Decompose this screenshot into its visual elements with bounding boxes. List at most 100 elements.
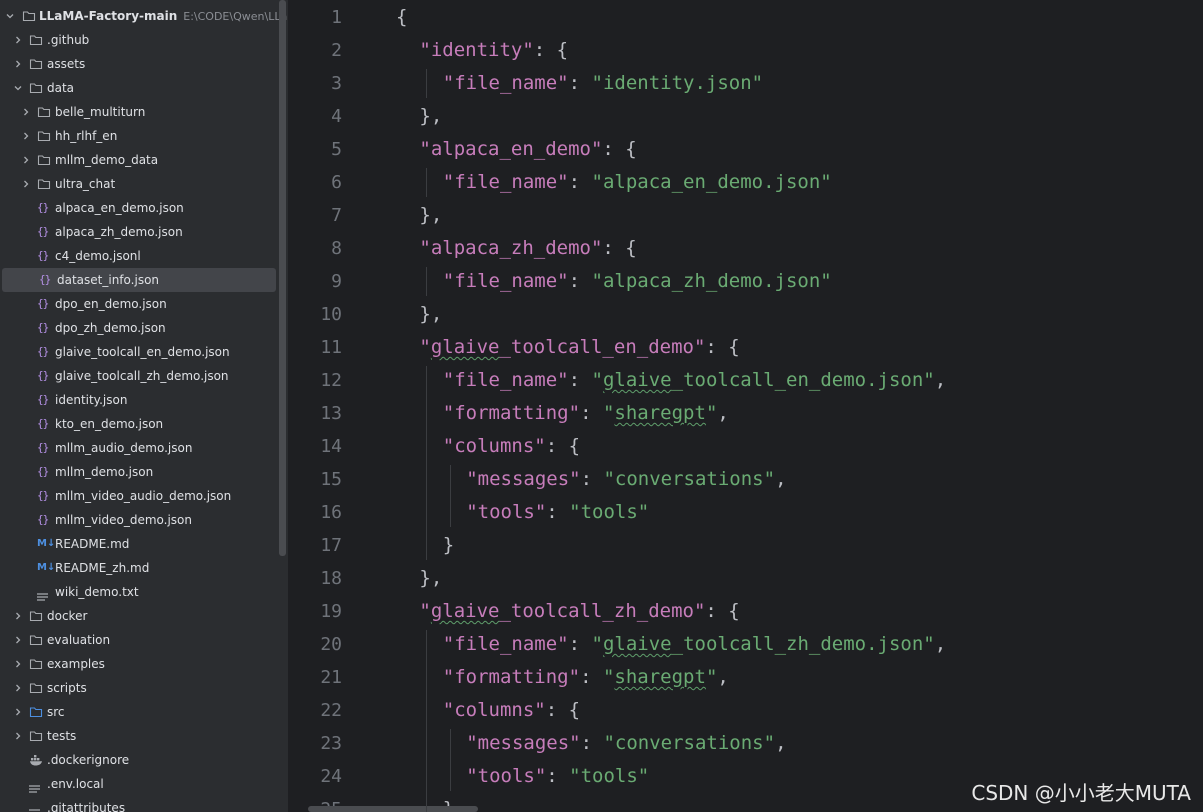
json-punct: : { [705, 600, 740, 622]
json-string: glaive [602, 369, 672, 391]
tree-item-tests[interactable]: tests [0, 724, 276, 748]
line-number: 16 [320, 502, 342, 523]
tree-item-gitattributes[interactable]: .gitattributes [0, 796, 276, 812]
tree-item-dpo-zh-demo-json[interactable]: {} dpo_zh_demo.json [0, 316, 276, 340]
json-punct: : [580, 666, 603, 688]
json-file-icon: {} [37, 297, 49, 310]
tree-item-mllm-video-demo-json[interactable]: {} mllm_video_demo.json [0, 508, 276, 532]
tree-item-scripts[interactable]: scripts [0, 676, 276, 700]
code-line[interactable]: 20 "file_name": "glaive_toolcall_zh_demo.… [288, 628, 1203, 661]
code-line[interactable]: 7}, [288, 199, 1203, 232]
json-file-icon: {} [37, 513, 49, 526]
code-line[interactable]: 12 "file_name": "glaive_toolcall_en_demo.… [288, 364, 1203, 397]
tree-item-env-local[interactable]: .env.local [0, 772, 276, 796]
code-line[interactable]: 6 "file_name": "alpaca_en_demo.json" [288, 166, 1203, 199]
code-editor[interactable]: 1{2 "identity": {3 "file_name": "identity.… [288, 0, 1203, 812]
tree-item-label: dpo_en_demo.json [55, 297, 167, 311]
tree-item-src[interactable]: src [0, 700, 276, 724]
chevron-right-icon[interactable] [12, 58, 24, 70]
tree-item-kto-en-demo-json[interactable]: {} kto_en_demo.json [0, 412, 276, 436]
json-punct: , [717, 402, 729, 424]
tree-item-wiki-demo-txt[interactable]: wiki_demo.txt [0, 580, 276, 604]
chevron-down-icon[interactable] [4, 10, 16, 22]
tree-item-dpo-en-demo-json[interactable]: {} dpo_en_demo.json [0, 292, 276, 316]
code-text: } [443, 529, 454, 562]
tree-item-hh-rlhf-en[interactable]: hh_rlhf_en [0, 124, 276, 148]
json-file-icon: {} [37, 249, 49, 262]
tree-item-evaluation[interactable]: evaluation [0, 628, 276, 652]
tree-item-dataset-info-json[interactable]: {} dataset_info.json [2, 268, 276, 292]
chevron-right-icon[interactable] [12, 634, 24, 646]
json-punct: : [580, 402, 603, 424]
chevron-right-icon[interactable] [20, 130, 32, 142]
tree-item-mllm-audio-demo-json[interactable]: {} mllm_audio_demo.json [0, 436, 276, 460]
horizontal-scrollbar[interactable] [308, 806, 478, 812]
tree-scrollbar[interactable] [279, 0, 286, 556]
chevron-right-icon[interactable] [20, 106, 32, 118]
tree-item-docker[interactable]: docker [0, 604, 276, 628]
tree-item-assets[interactable]: assets [0, 52, 276, 76]
code-line[interactable]: 13 "formatting": "sharegpt", [288, 397, 1203, 430]
tree-item-belle-multiturn[interactable]: belle_multiturn [0, 100, 276, 124]
tree-item-label: ultra_chat [55, 177, 116, 191]
code-line[interactable]: 5 "alpaca_en_demo": { [288, 133, 1203, 166]
chevron-right-icon[interactable] [12, 682, 24, 694]
chevron-right-icon[interactable] [12, 34, 24, 46]
line-number: 20 [320, 634, 342, 655]
code-line[interactable]: 16 "tools": "tools" [288, 496, 1203, 529]
code-text: "identity": { [419, 34, 568, 67]
code-line[interactable]: 9 "file_name": "alpaca_zh_demo.json" [288, 265, 1203, 298]
code-line[interactable]: 10}, [288, 298, 1203, 331]
line-number: 21 [320, 667, 342, 688]
code-line[interactable]: 4}, [288, 100, 1203, 133]
json-key: "file_name" [442, 270, 569, 292]
chevron-right-icon[interactable] [12, 730, 24, 742]
code-line[interactable]: 11 "glaive_toolcall_en_demo": { [288, 331, 1203, 364]
code-text: }, [419, 100, 442, 133]
indent-guide [426, 168, 428, 197]
tree-item-mllm-demo-json[interactable]: {} mllm_demo.json [0, 460, 276, 484]
tree-item-glaive-toolcall-en-demo-json[interactable]: {} glaive_toolcall_en_demo.json [0, 340, 276, 364]
code-line[interactable]: 1{ [288, 1, 1203, 34]
json-punct: : { [545, 435, 581, 457]
chevron-right-icon[interactable] [12, 610, 24, 622]
chevron-right-icon[interactable] [20, 178, 32, 190]
code-line[interactable]: 2 "identity": { [288, 34, 1203, 67]
chevron-right-icon[interactable] [12, 706, 24, 718]
tree-item-alpaca-en-demo-json[interactable]: {} alpaca_en_demo.json [0, 196, 276, 220]
code-line[interactable]: 8 "alpaca_zh_demo": { [288, 232, 1203, 265]
tree-item-glaive-toolcall-zh-demo-json[interactable]: {} glaive_toolcall_zh_demo.json [0, 364, 276, 388]
code-line[interactable]: 23 "messages": "conversations", [288, 727, 1203, 760]
project-tree: LLaMA-Factory-main E:\CODE\Qwen\LLaM .git… [0, 0, 288, 812]
tree-root-row[interactable]: LLaMA-Factory-main E:\CODE\Qwen\LLaM [0, 4, 288, 28]
code-line[interactable]: 17} [288, 529, 1203, 562]
chevron-down-icon[interactable] [12, 82, 24, 94]
code-line[interactable]: 14 "columns": { [288, 430, 1203, 463]
tree-item-readme-zh-md[interactable]: M↓ README_zh.md [0, 556, 276, 580]
tree-item-label: scripts [47, 681, 87, 695]
tree-item-c4-demo-jsonl[interactable]: {} c4_demo.jsonl [0, 244, 276, 268]
tree-item-readme-md[interactable]: M↓ README.md [0, 532, 276, 556]
tree-item-ultra-chat[interactable]: ultra_chat [0, 172, 276, 196]
code-line[interactable]: 19 "glaive_toolcall_zh_demo": { [288, 595, 1203, 628]
tree-item-data[interactable]: data [0, 76, 276, 100]
code-line[interactable]: 18}, [288, 562, 1203, 595]
code-line[interactable]: 21 "formatting": "sharegpt", [288, 661, 1203, 694]
tree-item-alpaca-zh-demo-json[interactable]: {} alpaca_zh_demo.json [0, 220, 276, 244]
tree-item-dockerignore[interactable]: .dockerignore [0, 748, 276, 772]
code-line[interactable]: 15 "messages": "conversations", [288, 463, 1203, 496]
chevron-right-icon[interactable] [12, 658, 24, 670]
code-line[interactable]: 3 "file_name": "identity.json" [288, 67, 1203, 100]
tree-item-examples[interactable]: examples [0, 652, 276, 676]
tree-item-identity-json[interactable]: {} identity.json [0, 388, 276, 412]
json-file-icon: {} [39, 273, 51, 286]
code-line[interactable]: 22 "columns": { [288, 694, 1203, 727]
json-punct: , [775, 732, 787, 754]
markdown-file-icon: M↓ [37, 562, 56, 573]
tree-item-mllm-demo-data[interactable]: mllm_demo_data [0, 148, 276, 172]
tree-item-github[interactable]: .github [0, 28, 276, 52]
tree-item-label: README.md [55, 537, 130, 551]
json-punct: : { [705, 336, 740, 358]
chevron-right-icon[interactable] [20, 154, 32, 166]
tree-item-mllm-video-audio-demo-json[interactable]: {} mllm_video_audio_demo.json [0, 484, 276, 508]
